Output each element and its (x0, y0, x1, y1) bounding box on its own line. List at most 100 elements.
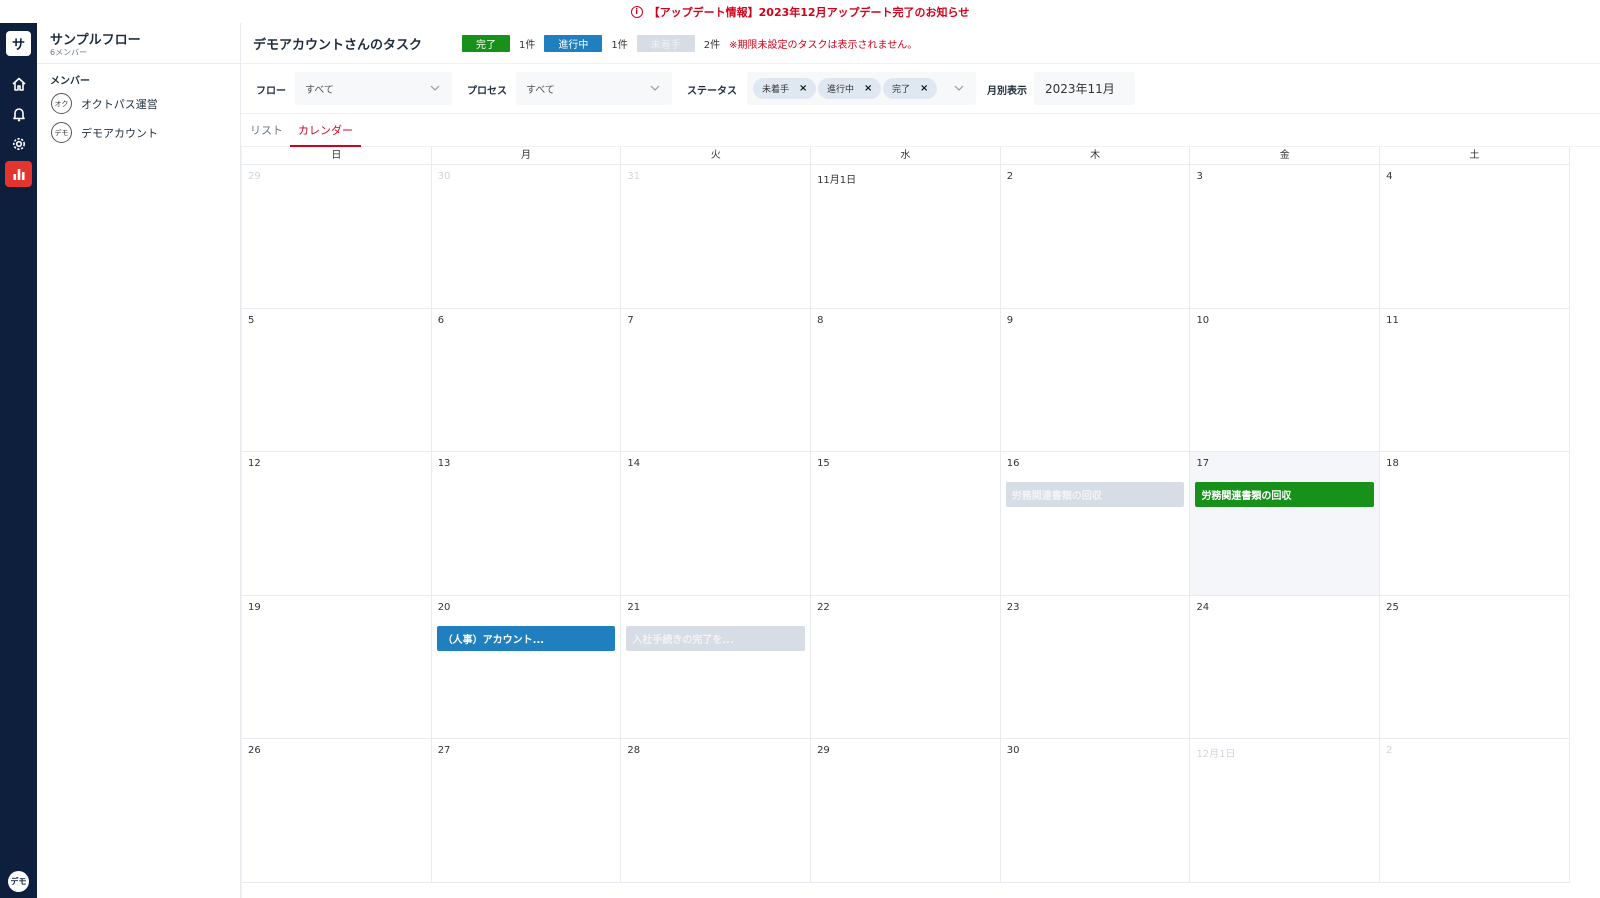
remove-chip-icon[interactable]: × (920, 83, 928, 94)
user-avatar[interactable]: デモ (8, 871, 29, 892)
calendar-week: 19 20 （人事）アカウント... 21 入社手続きの完了を... 22 23 24 25 (242, 595, 1570, 740)
status-count-doing: 1件 (611, 39, 628, 51)
calendar-day-cell[interactable]: 16 労務関連書類の回収 (1001, 452, 1191, 595)
calendar-event[interactable]: 労務関連書類の回収 (1005, 482, 1185, 508)
tab-calendar[interactable]: カレンダー (290, 122, 361, 147)
calendar-day-cell[interactable]: 14 (621, 452, 812, 595)
day-number: 12 (248, 458, 261, 470)
process-filter-label: プロセス (467, 86, 507, 97)
app-logo[interactable]: サ (6, 31, 31, 56)
calendar-day-cell[interactable]: 25 (1380, 595, 1570, 739)
status-chip-done[interactable]: 完了 × (883, 78, 938, 99)
flow-member-count: 6メンバー (50, 48, 88, 57)
day-number: 26 (248, 745, 261, 757)
calendar-day-cell[interactable]: 27 (432, 739, 622, 882)
month-picker[interactable]: 2023年11月 (1034, 72, 1135, 105)
member-name: デモアカウント (81, 126, 158, 140)
calendar-day-cell[interactable]: 12月1日 (1190, 739, 1381, 882)
flow-title[interactable]: サンプルフロー (50, 29, 141, 48)
no-deadline-warning: ※期限未設定のタスクは表示されません。 (729, 39, 918, 51)
calendar-event[interactable]: 労務関連書類の回収 (1195, 482, 1375, 508)
day-number: 25 (1386, 601, 1399, 613)
calendar-day-cell[interactable]: 15 (811, 452, 1001, 595)
month-view-label: 月別表示 (987, 86, 1027, 97)
gear-icon[interactable] (5, 131, 32, 157)
remove-chip-icon[interactable]: × (799, 83, 807, 94)
day-number: 6 (437, 314, 445, 326)
day-number: 11 (1386, 314, 1399, 326)
calendar-event[interactable]: （人事）アカウント... (436, 625, 616, 651)
calendar-day-cell[interactable]: 19 (242, 595, 432, 739)
weekday-wed: 水 (811, 147, 1001, 164)
calendar-day-cell[interactable]: 11月1日 (811, 165, 1001, 308)
day-number: 30 (437, 171, 451, 182)
chip-label: 進行中 (827, 85, 855, 95)
view-tabs: リスト カレンダー (241, 114, 1600, 147)
calendar-day-cell[interactable]: 7 (621, 308, 812, 452)
process-select[interactable]: すべて (516, 72, 672, 105)
status-filter-label: ステータス (687, 86, 737, 97)
calendar-day-cell[interactable]: 11 (1380, 308, 1570, 452)
remove-chip-icon[interactable]: × (864, 83, 872, 94)
chip-label: 完了 (892, 85, 911, 95)
calendar-day-cell[interactable]: 18 (1380, 452, 1570, 595)
day-number: 22 (817, 601, 830, 613)
calendar-day-cell[interactable]: 13 (432, 452, 622, 595)
weekday-fri: 金 (1190, 147, 1381, 164)
day-number: 30 (1006, 745, 1020, 757)
calendar-day-cell[interactable]: 24 (1190, 595, 1381, 739)
calendar-day-cell[interactable]: 8 (811, 308, 1001, 452)
calendar-day-cell[interactable]: 9 (1001, 308, 1191, 452)
day-number: 19 (248, 601, 261, 613)
calendar-day-cell[interactable]: 10 (1190, 308, 1381, 452)
calendar-day-cell[interactable]: 21 入社手続きの完了を... (621, 595, 812, 739)
calendar-day-cell[interactable]: 17 労務関連書類の回収 (1190, 452, 1381, 595)
calendar-day-cell[interactable]: 6 (432, 308, 622, 452)
tab-list[interactable]: リスト (250, 122, 283, 147)
calendar-event[interactable]: 入社手続きの完了を... (626, 625, 806, 651)
calendar-day-cell[interactable]: 29 (242, 165, 432, 308)
day-number: 23 (1006, 601, 1020, 613)
calendar-day-cell[interactable]: 22 (811, 595, 1001, 739)
status-badge-done: 完了 (462, 34, 511, 52)
update-banner[interactable]: i 【アップデート情報】2023年12月アップデート完了のお知らせ (0, 0, 1600, 23)
calendar-day-cell[interactable]: 12 (242, 452, 432, 595)
day-number: 2 (1386, 745, 1393, 757)
calendar-day-cell[interactable]: 2 (1380, 739, 1570, 882)
calendar-day-cell[interactable]: 31 (621, 165, 812, 308)
calendar-day-cell[interactable]: 26 (242, 739, 432, 882)
day-number: 12月1日 (1196, 749, 1236, 761)
calendar-day-cell[interactable]: 28 (621, 739, 812, 882)
calendar-day-cell[interactable]: 29 (811, 739, 1001, 882)
chevron-down-icon (650, 85, 660, 91)
calendar-week: 26 27 28 29 30 12月1日 2 (242, 739, 1570, 883)
day-number: 4 (1386, 171, 1393, 182)
bar-chart-icon[interactable] (5, 161, 32, 187)
calendar-day-cell[interactable]: 20 （人事）アカウント... (432, 595, 622, 739)
calendar-day-cell[interactable]: 23 (1001, 595, 1191, 739)
status-chip-notyet[interactable]: 未着手 × (753, 78, 817, 99)
sidebar-divider (37, 63, 241, 64)
weekday-header: 日 月 火 水 木 金 土 (242, 147, 1570, 165)
flow-filter-label: フロー (256, 86, 286, 97)
day-number: 18 (1386, 458, 1399, 470)
member-item[interactable]: オク オクトパス運営 (51, 93, 158, 114)
home-icon[interactable] (5, 71, 32, 97)
banner-text: 【アップデート情報】2023年12月アップデート完了のお知らせ (648, 5, 970, 19)
weekday-thu: 木 (1001, 147, 1191, 164)
member-heading: メンバー (50, 76, 90, 87)
calendar-day-cell[interactable]: 4 (1380, 165, 1570, 308)
info-icon: i (630, 5, 643, 18)
status-chip-doing[interactable]: 進行中 × (818, 78, 882, 99)
status-badge-notyet: 未着手 (636, 34, 695, 52)
bell-icon[interactable] (5, 101, 32, 127)
calendar-day-cell[interactable]: 30 (432, 165, 622, 308)
status-count-done: 1件 (519, 39, 536, 51)
calendar-day-cell[interactable]: 3 (1190, 165, 1381, 308)
calendar-day-cell[interactable]: 5 (242, 308, 432, 452)
chip-label: 未着手 (762, 85, 790, 95)
calendar-day-cell[interactable]: 2 (1001, 165, 1191, 308)
member-item[interactable]: デモ デモアカウント (51, 122, 158, 143)
flow-select[interactable]: すべて (295, 72, 452, 105)
calendar-day-cell[interactable]: 30 (1001, 739, 1191, 882)
